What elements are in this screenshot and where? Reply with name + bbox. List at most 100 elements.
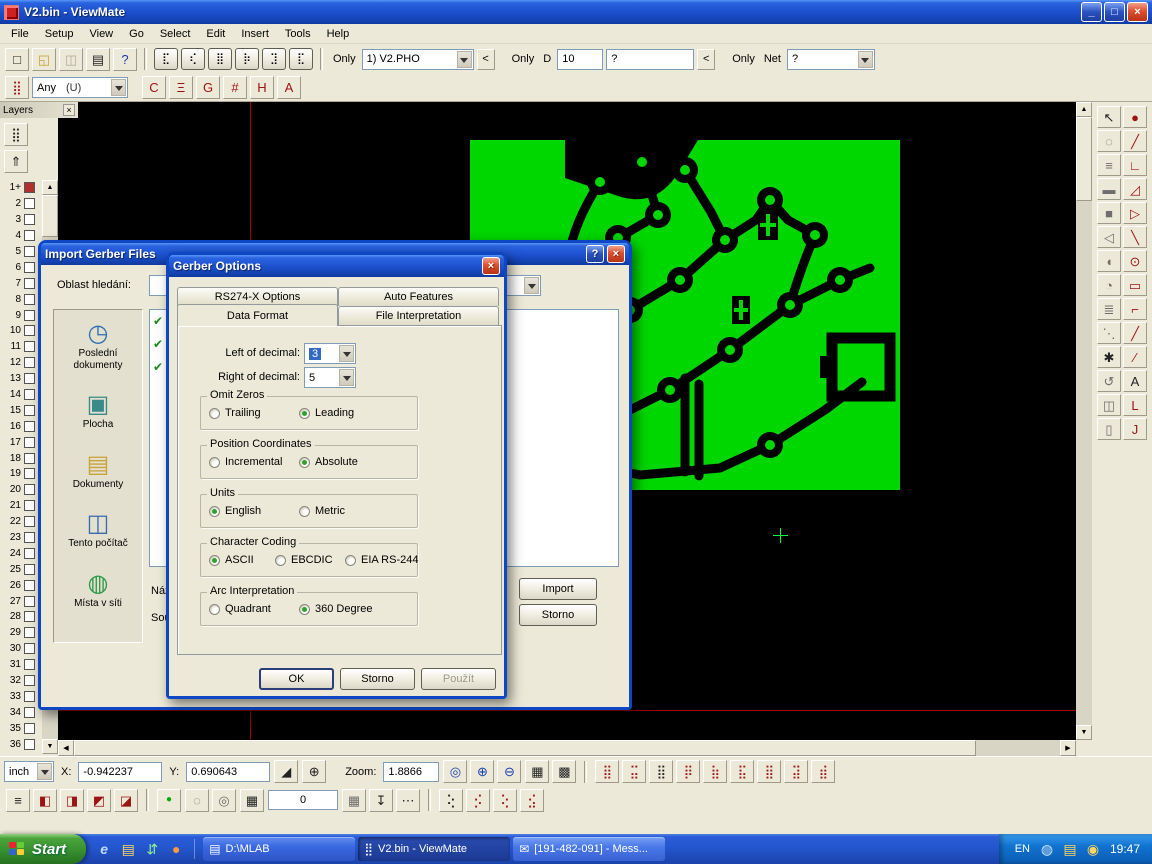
menu-item[interactable]: Insert — [233, 25, 277, 43]
tab-file-interpretation[interactable]: File Interpretation — [338, 306, 499, 325]
tool-icon[interactable]: G — [196, 76, 220, 99]
tool-icon[interactable]: ↖ — [1097, 106, 1121, 128]
layer-row[interactable]: 27 — [0, 593, 42, 609]
layer-swatch[interactable] — [24, 437, 35, 448]
place-item[interactable]: ◷ Poslední dokumenty — [54, 322, 142, 371]
zoom-icon[interactable]: ⊖ — [497, 760, 521, 783]
tool-icon[interactable]: ≣ — [1097, 298, 1121, 320]
chevron-down-icon[interactable] — [339, 345, 354, 362]
aperture-grid-icon[interactable]: ⣿ — [5, 76, 29, 99]
menu-item[interactable]: Go — [121, 25, 152, 43]
menu-item[interactable]: Select — [152, 25, 199, 43]
layer-swatch[interactable] — [24, 389, 35, 400]
restore-button[interactable]: □ — [1104, 2, 1125, 22]
signal-light-icon[interactable]: ● — [157, 789, 181, 812]
layer-swatch[interactable] — [24, 675, 35, 686]
tool-icon[interactable]: ╲ — [1123, 226, 1147, 248]
pattern-icon[interactable]: ◩ — [87, 789, 111, 812]
scrollbar-thumb[interactable] — [74, 740, 976, 756]
save-icon[interactable]: ◫ — [59, 48, 83, 71]
pattern-icon[interactable]: ≡ — [6, 789, 30, 812]
dcode-query-input[interactable]: ? — [606, 49, 694, 70]
layer-row[interactable]: 10 — [0, 323, 42, 339]
grid-step-value[interactable]: 0 — [268, 790, 338, 810]
quick-launch-icon[interactable]: e — [94, 839, 114, 859]
layer-swatch[interactable] — [24, 230, 35, 241]
layer-swatch[interactable] — [24, 707, 35, 718]
tool-icon[interactable]: # — [223, 76, 247, 99]
layer-row[interactable]: 35 — [0, 720, 42, 736]
print-icon[interactable]: ▤ — [86, 48, 110, 71]
tool-icon[interactable]: ⣏ — [289, 48, 313, 70]
tool-icon[interactable]: J — [1123, 418, 1147, 440]
layers-grid-icon[interactable]: ⣿ — [4, 123, 28, 146]
scroll-down-icon[interactable]: ▼ — [1076, 725, 1092, 740]
aperture-icon[interactable]: ⣿ — [757, 760, 781, 783]
layer-row[interactable]: 9 — [0, 307, 42, 323]
chevron-down-icon[interactable] — [858, 51, 873, 68]
layer-row[interactable]: 36 — [0, 736, 42, 752]
layer-row[interactable]: 12 — [0, 355, 42, 371]
layer-swatch[interactable] — [24, 405, 35, 416]
tab[interactable]: Auto Features — [338, 287, 499, 306]
tool-icon[interactable]: ⌐ — [1123, 298, 1147, 320]
tool-icon[interactable]: ⢎ — [181, 48, 205, 70]
tool-icon[interactable]: ▯ — [1097, 418, 1121, 440]
gerber-dialog-titlebar[interactable]: Gerber Options × — [169, 255, 504, 277]
tool-icon[interactable]: ◁ — [1097, 226, 1121, 248]
layer-row[interactable]: 2 — [0, 196, 42, 212]
pattern-icon[interactable]: ◪ — [114, 789, 138, 812]
menu-item[interactable]: Edit — [198, 25, 233, 43]
tool-icon[interactable]: ◖ — [1097, 250, 1121, 272]
tool-icon[interactable]: ◿ — [1123, 178, 1147, 200]
layer-swatch[interactable] — [24, 278, 35, 289]
layer-swatch[interactable] — [24, 357, 35, 368]
layer-swatch[interactable] — [24, 659, 35, 670]
chevron-down-icon[interactable] — [339, 369, 354, 386]
layer-row[interactable]: 6 — [0, 259, 42, 275]
radio-incremental[interactable]: Incremental — [209, 456, 282, 468]
tool-icon[interactable]: ⣿ — [208, 48, 232, 70]
radio-trailing[interactable]: Trailing — [209, 407, 261, 419]
layer-swatch[interactable] — [24, 580, 35, 591]
tool-icon[interactable]: ◔ — [1097, 274, 1121, 296]
layer-swatch[interactable] — [24, 723, 35, 734]
layer-swatch[interactable] — [24, 516, 35, 527]
layer-swatch[interactable] — [24, 246, 35, 257]
layer-swatch[interactable] — [24, 739, 35, 750]
layer-row[interactable]: 25 — [0, 561, 42, 577]
grid-icon[interactable]: ▦ — [525, 760, 549, 783]
layer-swatch[interactable] — [24, 643, 35, 654]
ok-button[interactable]: OK — [259, 668, 334, 690]
layer-row[interactable]: 15 — [0, 402, 42, 418]
tool-icon[interactable]: L — [1123, 394, 1147, 416]
pattern-icon[interactable]: ◨ — [60, 789, 84, 812]
tool-icon[interactable]: A — [1123, 370, 1147, 392]
layer-swatch[interactable] — [24, 262, 35, 273]
place-item[interactable]: ▤ Dokumenty — [54, 453, 142, 491]
aperture-icon[interactable]: ⣿ — [649, 760, 673, 783]
grid-toggle-icon[interactable]: ▦ — [240, 789, 264, 812]
dialog-help-button[interactable]: ? — [586, 245, 604, 263]
vertical-scrollbar[interactable]: ▲ ▼ — [1076, 102, 1092, 740]
layer-swatch[interactable] — [24, 691, 35, 702]
layer-swatch[interactable] — [24, 611, 35, 622]
layer-swatch[interactable] — [24, 294, 35, 305]
target-icon[interactable]: ⊕ — [302, 760, 326, 783]
layer-swatch[interactable] — [24, 532, 35, 543]
taskbar-task[interactable]: ▤ D:\MLAB — [203, 837, 355, 861]
language-indicator[interactable]: EN — [1015, 843, 1030, 855]
tool-icon[interactable]: C — [142, 76, 166, 99]
quick-launch-icon[interactable]: ⇵ — [142, 839, 162, 859]
radio-leading[interactable]: Leading — [299, 407, 354, 419]
cancel-button[interactable]: Storno — [340, 668, 415, 690]
measure-icon[interactable]: ◢ — [274, 760, 298, 783]
scrollbar-thumb[interactable] — [42, 195, 58, 237]
aperture-icon[interactable]: ⣿ — [595, 760, 619, 783]
tray-icon[interactable]: ◍ — [1037, 839, 1057, 859]
menu-item[interactable]: Setup — [37, 25, 82, 43]
start-button[interactable]: Start — [0, 834, 86, 864]
help-icon[interactable]: ? — [113, 48, 137, 71]
layer-row[interactable]: 34 — [0, 704, 42, 720]
layer-swatch[interactable] — [24, 453, 35, 464]
